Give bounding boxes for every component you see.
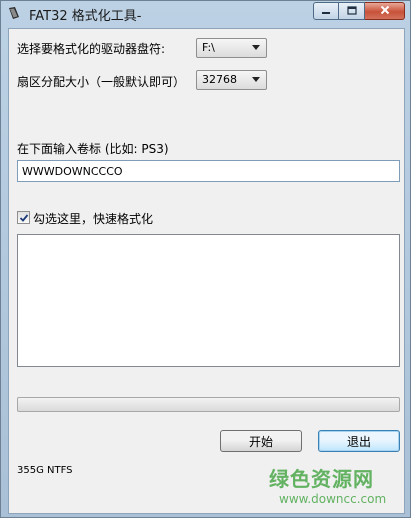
close-icon [380,4,390,18]
log-listbox[interactable] [17,234,400,367]
close-button[interactable] [365,2,405,20]
quick-format-label: 勾选这里，快速格式化 [33,212,154,226]
volume-label-caption: 在下面输入卷标 (比如: PS3) [17,142,169,156]
drive-select-value: F:\ [202,41,215,54]
drive-label: 选择要格式化的驱动器盘符: [17,42,166,56]
cluster-size-select[interactable]: 32768 [196,70,267,90]
exit-button[interactable]: 退出 [318,430,400,452]
dialog-body: 选择要格式化的驱动器盘符: F:\ 扇区分配大小（一般默认即可） 32768 在… [8,28,405,514]
drive-info-status: 355G NTFS [17,465,73,476]
format-progress-bar [17,397,400,412]
chevron-down-icon [252,45,260,50]
start-button[interactable]: 开始 [220,430,302,452]
volume-label-input[interactable] [18,161,399,181]
minimize-button[interactable] [313,2,339,20]
drive-select[interactable]: F:\ [196,38,267,58]
title-bar[interactable]: FAT32 格式化工具- [1,1,410,27]
window-title: FAT32 格式化工具- [29,9,142,24]
app-window: FAT32 格式化工具- 选择要格式化的驱动器盘符: F:\ 扇区分配大小（一般… [0,0,411,518]
check-icon [19,214,29,222]
app-icon [7,6,21,20]
maximize-icon [346,4,357,18]
maximize-button[interactable] [339,2,365,20]
volume-label-field[interactable] [17,160,400,182]
chevron-down-icon [252,77,260,82]
minimize-icon [321,4,331,18]
cluster-size-label: 扇区分配大小（一般默认即可） [17,75,186,89]
cluster-size-value: 32768 [202,73,237,86]
quick-format-checkbox[interactable] [17,211,30,224]
watermark-url: www.downcc.com [279,492,387,506]
watermark-site-name: 绿色资源网 [269,467,374,491]
